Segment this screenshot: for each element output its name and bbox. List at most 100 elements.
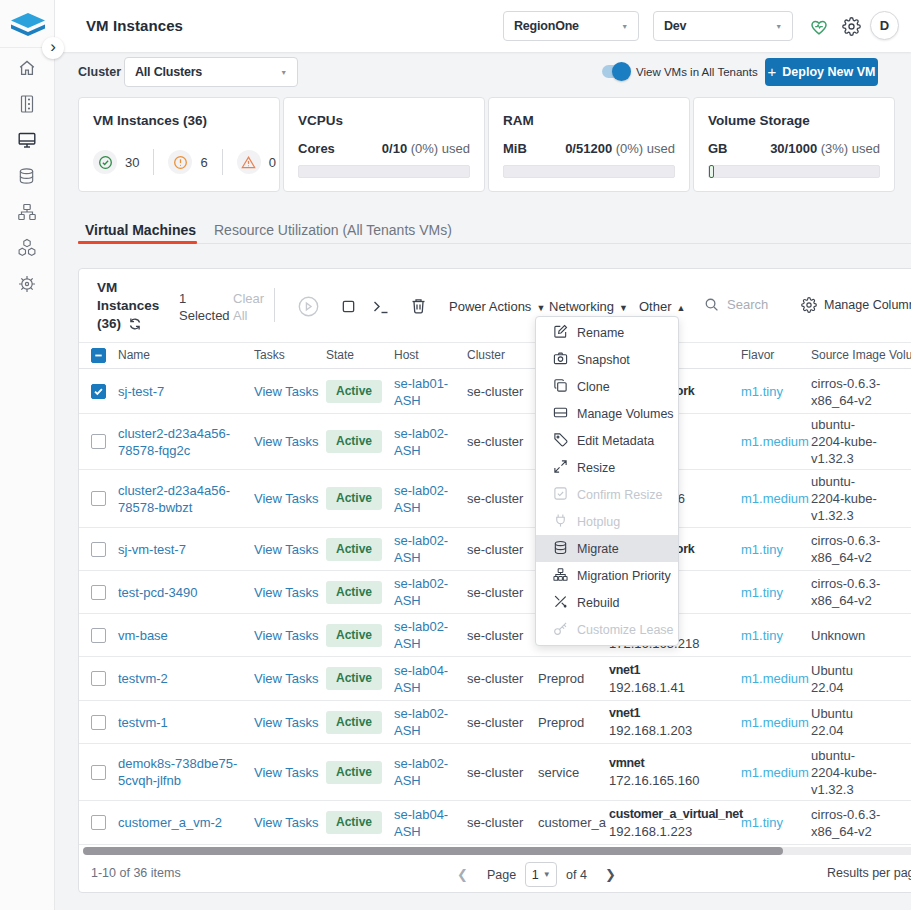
vm-name-link[interactable]: customer_a_vm-2 <box>118 815 222 830</box>
vm-name-link[interactable]: cluster2-d23a4a56-78578-fqg2c <box>118 426 230 458</box>
flavor-link[interactable]: m1.tiny <box>741 384 783 399</box>
row-checkbox[interactable] <box>91 585 106 600</box>
host-link[interactable]: se-lab01-ASH <box>394 376 448 408</box>
stop-vm-icon[interactable] <box>341 299 356 318</box>
prev-page-icon[interactable]: ❮ <box>451 863 474 886</box>
manage-columns-button[interactable]: Manage Columns <box>801 297 911 313</box>
row-checkbox[interactable] <box>91 715 106 730</box>
flavor-link[interactable]: m1.medium <box>741 434 809 449</box>
vm-name-link[interactable]: test-pcd-3490 <box>118 585 198 600</box>
host-link[interactable]: se-lab02-ASH <box>394 619 448 651</box>
vm-name-link[interactable]: sj-test-7 <box>118 384 164 399</box>
console-icon[interactable] <box>373 300 389 318</box>
menu-item-migration-priority[interactable]: Migration Priority <box>536 562 678 589</box>
start-vm-icon[interactable] <box>297 295 320 322</box>
vm-name-link[interactable]: demok8s-738dbe75-5cvqh-jlfnb <box>118 756 237 788</box>
health-heart-icon[interactable] <box>809 17 829 37</box>
flavor-link[interactable]: m1.medium <box>741 491 809 506</box>
view-tasks-link[interactable]: View Tasks <box>254 715 319 730</box>
flavor-link[interactable]: m1.tiny <box>741 628 783 643</box>
view-tasks-link[interactable]: View Tasks <box>254 585 319 600</box>
host-link[interactable]: se-lab02-ASH <box>394 706 448 738</box>
other-menu[interactable]: Other▲ <box>639 299 685 314</box>
column-header-flavor[interactable]: Flavor <box>741 347 811 364</box>
menu-item-manage-volumes[interactable]: Manage Volumes <box>536 400 678 427</box>
flavor-link[interactable]: m1.tiny <box>741 542 783 557</box>
sidebar-item-virtual-machines[interactable] <box>0 122 53 158</box>
column-header-source-image[interactable]: Source Image <box>811 347 889 364</box>
row-checkbox[interactable] <box>91 491 106 506</box>
vm-name-link[interactable]: cluster2-d23a4a56-78578-bwbzt <box>118 483 230 515</box>
column-header-name[interactable]: Name <box>118 347 254 364</box>
view-tasks-link[interactable]: View Tasks <box>254 671 319 686</box>
sidebar-item-storage[interactable] <box>0 158 53 194</box>
flavor-link[interactable]: m1.medium <box>741 671 809 686</box>
page-select[interactable]: 1▼ <box>525 862 557 887</box>
view-tasks-link[interactable]: View Tasks <box>254 628 319 643</box>
region-select[interactable]: RegionOne▼ <box>503 11 639 41</box>
host-link[interactable]: se-lab04-ASH <box>394 663 448 695</box>
row-checkbox[interactable] <box>91 671 106 686</box>
deploy-new-vm-button[interactable]: +Deploy New VM <box>765 58 878 86</box>
view-tasks-link[interactable]: View Tasks <box>254 765 319 780</box>
select-all-checkbox[interactable] <box>91 348 106 363</box>
menu-item-rebuild[interactable]: Rebuild <box>536 589 678 616</box>
row-checkbox[interactable] <box>91 628 106 643</box>
scrollbar-thumb[interactable] <box>83 847 783 855</box>
row-checkbox[interactable] <box>91 765 106 780</box>
host-link[interactable]: se-lab02-ASH <box>394 756 448 788</box>
menu-item-migrate[interactable]: Migrate <box>536 535 678 562</box>
view-tasks-link[interactable]: View Tasks <box>254 384 319 399</box>
tab-virtual-machines[interactable]: Virtual Machines <box>85 222 196 238</box>
sidebar-expand-button[interactable]: › <box>42 37 64 59</box>
column-header-cluster[interactable]: Cluster <box>467 347 538 364</box>
row-checkbox[interactable] <box>91 542 106 557</box>
flavor-link[interactable]: m1.tiny <box>741 815 783 830</box>
tab-resource-utilization[interactable]: Resource Utilization (All Tenants VMs) <box>214 222 452 238</box>
column-header-volume[interactable]: Volume <box>889 347 911 364</box>
menu-item-rename[interactable]: Rename <box>536 319 678 346</box>
view-tasks-link[interactable]: View Tasks <box>254 491 319 506</box>
menu-item-edit-metadata[interactable]: Edit Metadata <box>536 427 678 454</box>
vm-name-link[interactable]: sj-vm-test-7 <box>118 542 186 557</box>
view-tasks-link[interactable]: View Tasks <box>254 434 319 449</box>
vm-name-link[interactable]: testvm-1 <box>118 715 168 730</box>
host-link[interactable]: se-lab04-ASH <box>394 807 448 839</box>
next-page-icon[interactable]: ❯ <box>599 863 622 886</box>
menu-item-resize[interactable]: Resize <box>536 454 678 481</box>
flavor-link[interactable]: m1.medium <box>741 765 809 780</box>
refresh-icon[interactable] <box>128 317 142 336</box>
host-link[interactable]: se-lab02-ASH <box>394 426 448 458</box>
view-tasks-link[interactable]: View Tasks <box>254 542 319 557</box>
user-avatar[interactable]: D <box>870 11 899 40</box>
vm-name-link[interactable]: vm-base <box>118 628 168 643</box>
sidebar-item-network[interactable] <box>0 194 53 230</box>
horizontal-scrollbar[interactable] <box>83 847 911 855</box>
flavor-link[interactable]: m1.medium <box>741 715 809 730</box>
search-input[interactable]: Search <box>704 297 768 312</box>
host-link[interactable]: se-lab02-ASH <box>394 533 448 565</box>
tenant-select[interactable]: Dev▼ <box>653 11 793 41</box>
row-checkbox[interactable] <box>91 384 106 399</box>
row-checkbox[interactable] <box>91 815 106 830</box>
delete-icon[interactable] <box>411 298 426 318</box>
sidebar-item-kubernetes[interactable] <box>0 266 53 302</box>
row-checkbox[interactable] <box>91 434 106 449</box>
menu-item-clone[interactable]: Clone <box>536 373 678 400</box>
vm-name-link[interactable]: testvm-2 <box>118 671 168 686</box>
sidebar-item-tenants[interactable] <box>0 230 53 266</box>
host-link[interactable]: se-lab02-ASH <box>394 576 448 608</box>
flavor-link[interactable]: m1.tiny <box>741 585 783 600</box>
view-tasks-link[interactable]: View Tasks <box>254 815 319 830</box>
column-header-state[interactable]: State <box>326 347 394 364</box>
cluster-select[interactable]: All Clusters▼ <box>124 57 298 87</box>
column-header-host[interactable]: Host <box>394 347 467 364</box>
menu-item-snapshot[interactable]: Snapshot <box>536 346 678 373</box>
all-tenants-toggle[interactable] <box>602 65 628 78</box>
sidebar-item-infrastructure[interactable] <box>0 86 53 122</box>
networking-menu[interactable]: Networking▼ <box>549 299 628 314</box>
host-link[interactable]: se-lab02-ASH <box>394 483 448 515</box>
power-actions-menu[interactable]: Power Actions▼ <box>449 299 545 314</box>
column-header-tasks[interactable]: Tasks <box>254 347 326 364</box>
clear-all-button[interactable]: ClearAll <box>233 290 264 324</box>
